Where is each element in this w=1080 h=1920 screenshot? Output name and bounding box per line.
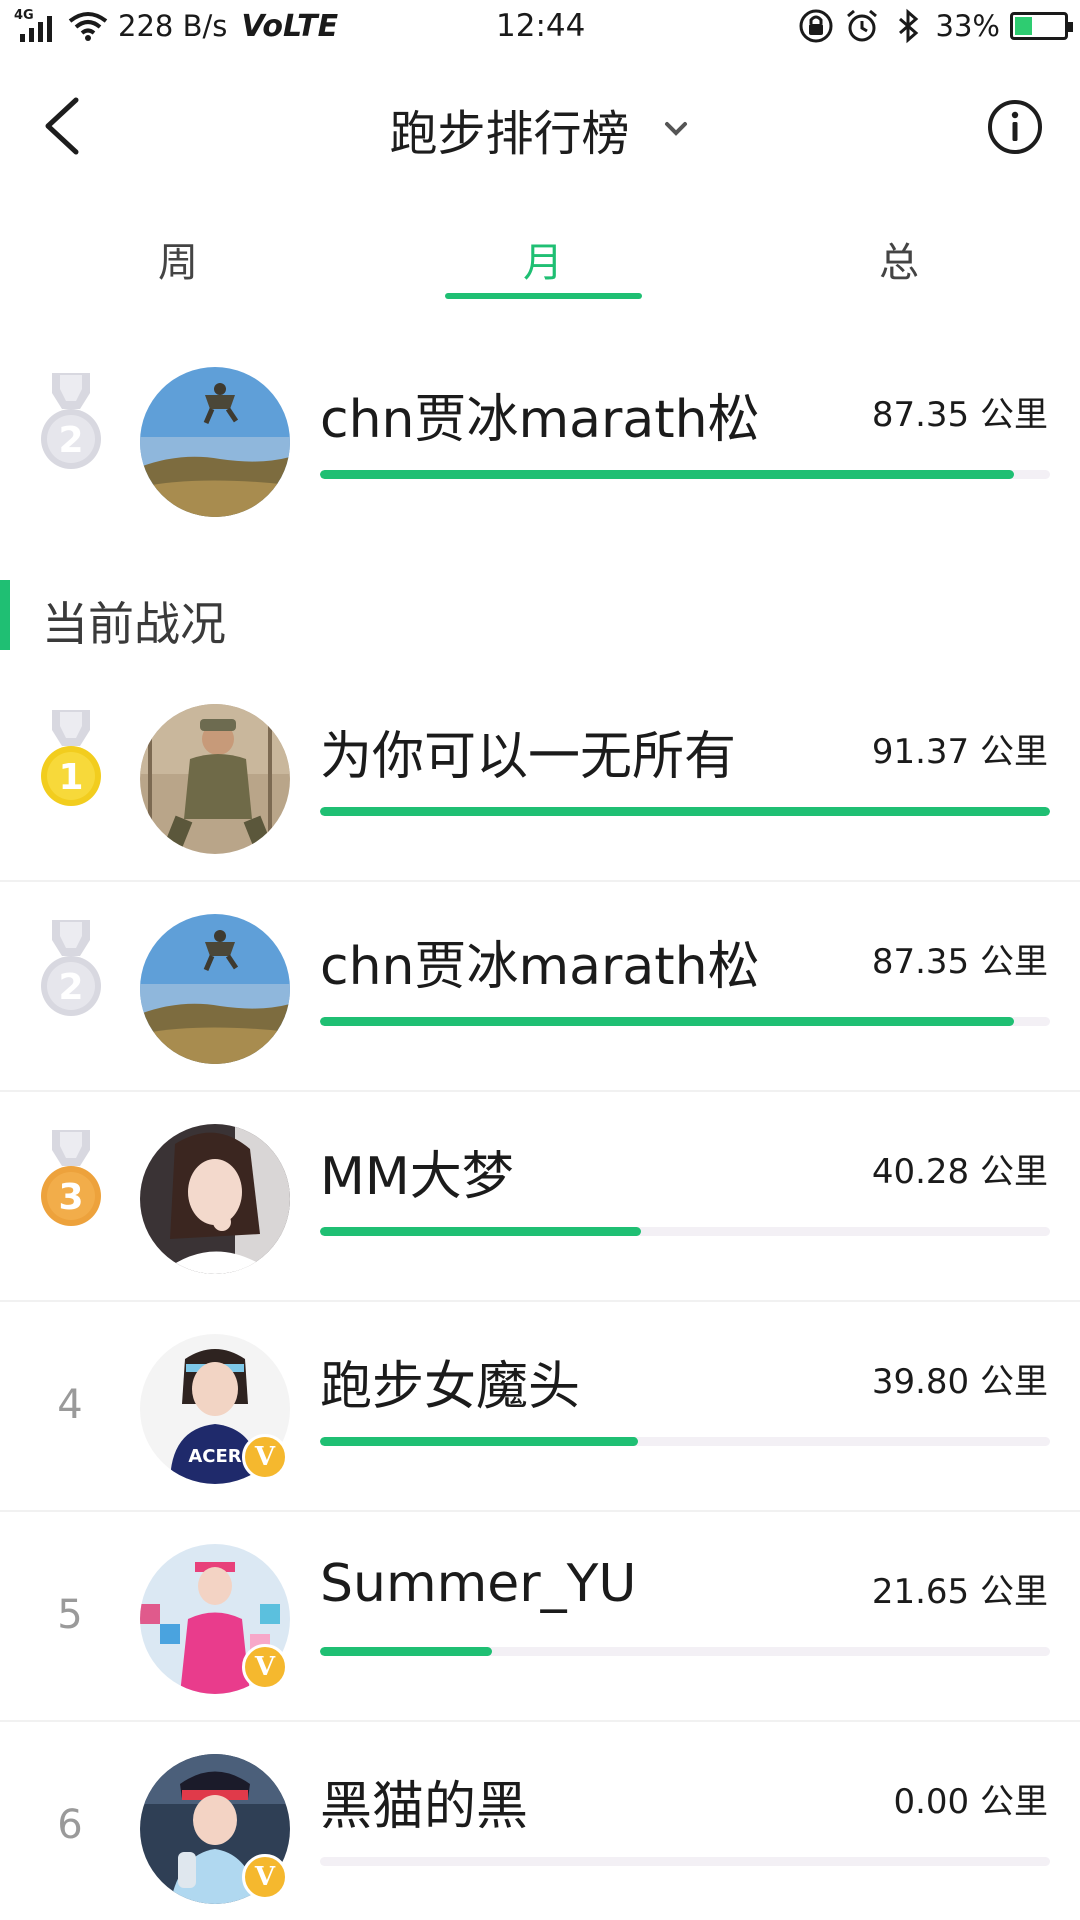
distance-bar-fill xyxy=(320,470,1014,479)
status-right: 33% xyxy=(798,8,1073,44)
wifi-icon xyxy=(68,12,108,41)
svg-text:1: 1 xyxy=(58,757,83,798)
network-speed: 228 B/s xyxy=(118,9,228,43)
leaderboard-row[interactable]: 4 ACER V 跑步女魔头 39.80 公里 xyxy=(0,1302,1080,1512)
svg-text:ACER: ACER xyxy=(188,1446,241,1467)
runner-distance: 87.35 公里 xyxy=(871,395,1048,435)
verified-badge: V xyxy=(242,1434,288,1480)
runner-name: Summer_YU xyxy=(320,1554,637,1614)
my-rank-row[interactable]: 2 chn贾冰marath松 87.35 公里 xyxy=(0,335,1080,545)
battery-icon xyxy=(1010,12,1073,40)
section-title: 当前战况 xyxy=(42,597,226,651)
distance-bar-fill xyxy=(320,1017,1014,1026)
svg-text:3: 3 xyxy=(58,1177,83,1218)
distance-bar xyxy=(320,470,1050,479)
clock: 12:44 xyxy=(496,8,586,44)
bronze-medal-icon: 3 xyxy=(41,1130,101,1226)
svg-text:2: 2 xyxy=(58,420,83,461)
tab-week[interactable]: 周 xyxy=(78,230,278,288)
app-header: 跑步排行榜 xyxy=(0,56,1080,196)
leaderboard-row[interactable]: 6 V 黑猫的黑 0.00 公里 xyxy=(0,1722,1080,1920)
tab-total[interactable]: 总 xyxy=(799,230,999,288)
leaderboard-row[interactable]: 5 V Summer_YU 21.65 公里 xyxy=(0,1512,1080,1722)
section-accent xyxy=(0,580,10,650)
status-bar: 4G 228 B/s VoLTE 12:44 33% xyxy=(0,0,1080,56)
silver-medal-icon: 2 xyxy=(41,920,101,1016)
distance-bar-fill xyxy=(320,1227,642,1236)
runner-distance: 21.65 公里 xyxy=(871,1572,1048,1612)
leaderboard-row[interactable]: 2 chn贾冰marath松 87.35 公里 xyxy=(0,882,1080,1092)
distance-bar xyxy=(320,1227,1050,1236)
avatar xyxy=(140,367,290,517)
period-tabs: 周 月 总 xyxy=(0,220,1080,300)
status-left: 4G 228 B/s VoLTE xyxy=(14,8,338,44)
runner-name: 为你可以一无所有 xyxy=(320,727,737,787)
runner-name: 黑猫的黑 xyxy=(320,1777,529,1837)
runner-name: 跑步女魔头 xyxy=(320,1357,581,1417)
rank-number: 5 xyxy=(57,1592,83,1638)
info-icon[interactable] xyxy=(986,98,1044,156)
runner-distance: 91.37 公里 xyxy=(871,732,1048,772)
distance-bar xyxy=(320,1017,1050,1026)
runner-distance: 40.28 公里 xyxy=(871,1152,1048,1192)
battery-percent: 33% xyxy=(935,9,1000,43)
distance-bar-fill xyxy=(320,1647,492,1656)
distance-bar xyxy=(320,1437,1050,1446)
page-title: 跑步排行榜 xyxy=(389,106,630,162)
distance-bar xyxy=(320,1647,1050,1656)
verified-badge: V xyxy=(242,1854,288,1900)
tab-month[interactable]: 月 xyxy=(443,230,643,288)
rank-number: 4 xyxy=(57,1382,83,1428)
avatar xyxy=(140,914,290,1064)
distance-bar xyxy=(320,807,1050,816)
silver-medal-icon: 2 xyxy=(41,373,101,469)
bluetooth-icon xyxy=(898,8,918,44)
runner-distance: 39.80 公里 xyxy=(871,1362,1048,1402)
svg-text:2: 2 xyxy=(58,967,83,1008)
runner-name: MM大梦 xyxy=(320,1147,514,1207)
runner-name: chn贾冰marath松 xyxy=(320,937,760,997)
title-dropdown[interactable]: 跑步排行榜 xyxy=(0,94,1080,164)
distance-bar-fill xyxy=(320,1437,638,1446)
gold-medal-icon: 1 xyxy=(41,710,101,806)
chevron-down-icon xyxy=(664,122,687,136)
distance-bar xyxy=(320,1857,1050,1866)
active-tab-indicator xyxy=(445,293,642,299)
alarm-icon xyxy=(846,9,877,42)
distance-bar-fill xyxy=(320,807,1050,816)
verified-badge: V xyxy=(242,1644,288,1690)
leaderboard-row[interactable]: 1 为你可以一无所有 91.37 公里 xyxy=(0,672,1080,882)
volte-indicator: VoLTE xyxy=(241,8,339,44)
leaderboard-row[interactable]: 3 MM大梦 40.28 公里 xyxy=(0,1092,1080,1302)
section-header: 当前战况 xyxy=(0,580,1080,651)
lock-rotation-icon xyxy=(799,9,833,43)
runner-distance: 87.35 公里 xyxy=(871,942,1048,982)
avatar xyxy=(140,1124,290,1274)
runner-name: chn贾冰marath松 xyxy=(320,390,760,450)
signal-icon: 4G xyxy=(14,8,58,44)
runner-distance: 0.00 公里 xyxy=(893,1782,1048,1822)
rank-number: 6 xyxy=(57,1802,83,1848)
avatar xyxy=(140,704,290,854)
